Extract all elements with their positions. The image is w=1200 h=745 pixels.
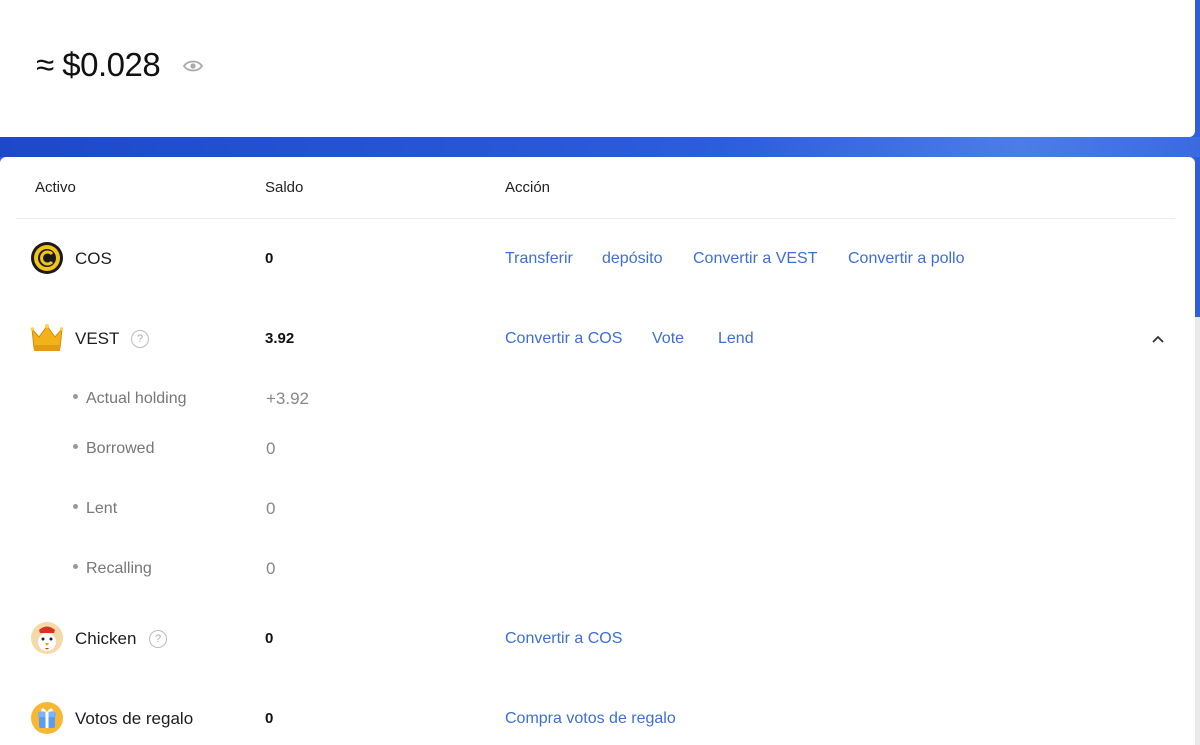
detail-label: Lent (86, 500, 118, 517)
detail-label: Recalling (86, 560, 152, 577)
vote-link[interactable]: Vote (652, 330, 684, 348)
asset-name: COS (75, 249, 112, 268)
header-asset: Activo (35, 179, 76, 196)
header-action: Acción (505, 179, 551, 196)
transfer-link[interactable]: Transferir (505, 250, 573, 268)
header-balance: Saldo (265, 179, 304, 196)
header-divider (16, 218, 1175, 219)
chicken-icon (31, 622, 63, 654)
asset-balance: 0 (265, 630, 274, 647)
deposit-link[interactable]: depósito (602, 250, 663, 268)
convert-to-chicken-link[interactable]: Convertir a pollo (848, 250, 965, 268)
detail-label: Actual holding (86, 390, 187, 407)
convert-to-cos-link[interactable]: Convertir a COS (505, 330, 622, 348)
help-icon[interactable]: ? (149, 630, 167, 648)
bullet (73, 394, 78, 400)
crown-icon (30, 324, 64, 351)
detail-value-borrowed: 0 (266, 439, 276, 458)
detail-label-actual-holding: Actual holding (73, 390, 187, 408)
convert-to-vest-link[interactable]: Convertir a VEST (693, 250, 817, 268)
assets-table: Activo Saldo Acción COS 0 Transferir dep… (0, 157, 1195, 745)
chevron-up-icon[interactable] (1150, 333, 1166, 345)
asset-balance: 0 (265, 250, 274, 267)
bullet (73, 504, 78, 510)
asset-balance: 0 (265, 710, 274, 727)
cos-coin-icon (31, 242, 63, 274)
asset-name: Chicken (75, 629, 137, 648)
asset-balance: 3.92 (265, 330, 295, 347)
table-row-gift-votes: Votos de regalo 0 Compra votos de regalo (0, 699, 1195, 739)
detail-label-recalling: Recalling (73, 560, 152, 578)
total-balance: ≈ $0.028 (36, 46, 161, 83)
gift-icon (31, 702, 63, 734)
asset-name: VEST (75, 329, 120, 348)
asset-name: Votos de regalo (75, 709, 194, 728)
bullet (73, 444, 78, 450)
detail-value-lent: 0 (266, 499, 276, 518)
detail-value-recalling: 0 (266, 559, 276, 578)
eye-icon[interactable] (182, 57, 204, 75)
balance-card: ≈ $0.028 (0, 0, 1195, 137)
detail-value-actual-holding: +3.92 (266, 389, 310, 408)
bullet (73, 564, 78, 570)
table-row-vest: VEST ? 3.92 Convertir a COS Vote Lend (0, 319, 1195, 359)
detail-label-borrowed: Borrowed (73, 440, 154, 458)
scrollbar-track[interactable] (1195, 317, 1200, 745)
table-row-chicken: Chicken ? 0 Convertir a COS (0, 619, 1195, 659)
scrollbar-thumb[interactable] (1195, 157, 1200, 317)
detail-label-lent: Lent (73, 500, 117, 518)
accent-band (0, 137, 1200, 157)
detail-label: Borrowed (86, 440, 155, 457)
convert-to-cos-link[interactable]: Convertir a COS (505, 630, 622, 648)
table-row-cos: COS 0 Transferir depósito Convertir a VE… (0, 239, 1195, 279)
buy-gift-votes-link[interactable]: Compra votos de regalo (505, 710, 676, 728)
lend-link[interactable]: Lend (718, 330, 754, 348)
help-icon[interactable]: ? (131, 330, 149, 348)
